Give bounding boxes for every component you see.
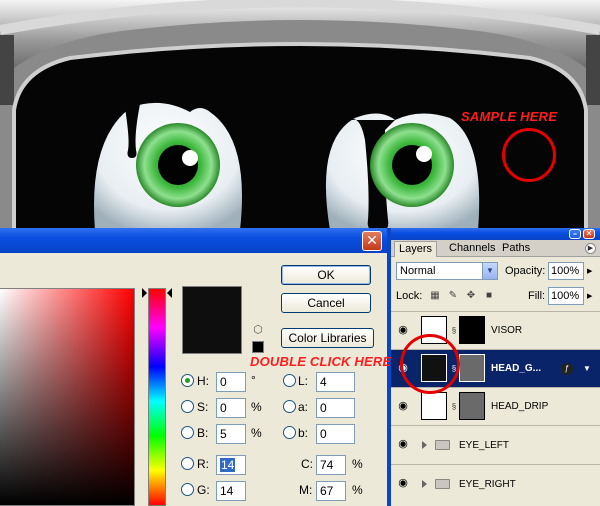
tab-paths[interactable]: Paths: [498, 241, 534, 257]
hue-unit: °: [251, 373, 256, 387]
lab-a-input[interactable]: 0: [316, 398, 355, 418]
saturation-input[interactable]: 0: [216, 398, 246, 418]
sample-target-ring: [502, 128, 556, 182]
lock-position-icon[interactable]: ✥: [465, 290, 477, 302]
folder-icon: [435, 479, 450, 489]
link-icon: §: [451, 402, 457, 411]
blend-mode-select[interactable]: Normal ▼: [396, 262, 498, 280]
lock-label: Lock:: [396, 290, 423, 302]
layer-name: HEAD_DRIP: [491, 401, 549, 412]
fill-label: Fill:: [528, 290, 546, 302]
link-icon: §: [451, 326, 457, 335]
layer-thumbnail: [421, 392, 447, 420]
sample-here-annotation: SAMPLE HERE: [461, 109, 558, 124]
lab-a-label: a:: [298, 400, 309, 414]
color-field[interactable]: [0, 288, 135, 506]
expand-group-icon[interactable]: [422, 441, 427, 449]
green-radio[interactable]: [181, 483, 194, 496]
eye-icon[interactable]: ◉: [396, 401, 410, 412]
expand-effects-icon[interactable]: ▼: [583, 363, 591, 375]
layer-mask-thumbnail: [459, 316, 485, 344]
opacity-input[interactable]: 100%: [548, 262, 584, 280]
minimize-icon[interactable]: –: [569, 229, 581, 239]
close-icon[interactable]: ✕: [362, 231, 382, 251]
red-label: R:: [197, 457, 209, 471]
current-color-swatch: [182, 286, 242, 354]
lab-l-input[interactable]: 4: [316, 372, 355, 392]
web-safe-color-swatch[interactable]: [252, 341, 264, 353]
layers-panel-tabs: Layers Channels Paths: [391, 240, 600, 257]
lock-all-icon[interactable]: ■: [483, 290, 495, 302]
saturation-radio[interactable]: [181, 400, 194, 413]
expand-group-icon[interactable]: [422, 480, 427, 488]
saturation-label: S:: [197, 400, 209, 414]
hue-label: H:: [197, 374, 209, 388]
hue-slider-right-arrow[interactable]: [167, 288, 172, 298]
layer-name: VISOR: [491, 325, 523, 336]
cancel-button[interactable]: Cancel: [281, 293, 371, 313]
magenta-unit: %: [352, 483, 363, 497]
magenta-label: M:: [299, 483, 313, 497]
opacity-label: Opacity:: [505, 265, 546, 277]
layer-mask-thumbnail: [459, 354, 485, 382]
close-icon[interactable]: ✕: [583, 229, 595, 239]
green-input[interactable]: 14: [216, 481, 246, 501]
eye-icon[interactable]: ◉: [396, 325, 410, 336]
opacity-dropdown-icon[interactable]: ▶: [587, 264, 592, 280]
red-input-selected-text: 14: [220, 458, 236, 472]
layer-effects-icon[interactable]: ƒ: [561, 363, 573, 375]
lock-transparency-icon[interactable]: ▦: [429, 290, 441, 302]
lab-b-label: b:: [298, 426, 309, 440]
hue-input[interactable]: 0: [216, 372, 246, 392]
layer-name: EYE_RIGHT: [459, 479, 516, 490]
brightness-input[interactable]: 5: [216, 424, 246, 444]
lab-b-input[interactable]: 0: [316, 424, 355, 444]
double-click-target-ring: [400, 334, 460, 394]
tab-layers[interactable]: Layers: [394, 241, 438, 257]
lab-l-radio[interactable]: [283, 374, 296, 387]
tab-channels[interactable]: Channels: [445, 241, 499, 257]
cyan-input[interactable]: 74: [316, 455, 346, 475]
lock-brush-icon[interactable]: ✎: [447, 290, 459, 302]
lab-a-radio[interactable]: [283, 400, 296, 413]
double-click-here-annotation: DOUBLE CLICK HERE: [250, 354, 392, 369]
cyan-label: C:: [301, 457, 313, 471]
web-safe-cube-icon[interactable]: ⬡: [252, 324, 264, 336]
color-picker-titlebar: ✕: [0, 228, 390, 253]
fill-dropdown-icon[interactable]: ▶: [587, 289, 592, 305]
brightness-radio[interactable]: [181, 426, 194, 439]
brightness-label: B:: [197, 426, 209, 440]
panel-menu-icon[interactable]: ▶: [585, 243, 596, 254]
hue-slider[interactable]: [148, 288, 166, 506]
ok-button[interactable]: OK: [281, 265, 371, 285]
cyan-unit: %: [352, 457, 363, 471]
hue-radio[interactable]: [181, 374, 194, 387]
red-radio[interactable]: [181, 457, 194, 470]
red-input[interactable]: 14: [216, 455, 246, 475]
lab-l-label: L:: [298, 374, 309, 388]
brightness-unit: %: [251, 426, 262, 440]
fill-input[interactable]: 100%: [548, 287, 584, 305]
magenta-input[interactable]: 67: [316, 481, 346, 501]
layer-group-eye-right[interactable]: ◉ EYE_RIGHT: [391, 464, 600, 506]
green-label: G:: [197, 483, 210, 497]
blend-mode-value: Normal: [400, 265, 436, 277]
layers-panel-titlebar: ✕ –: [391, 228, 600, 240]
eye-icon[interactable]: ◉: [396, 439, 410, 450]
folder-icon: [435, 440, 450, 450]
eye-icon[interactable]: ◉: [396, 478, 410, 489]
hue-slider-left-arrow[interactable]: [142, 288, 147, 298]
layer-mask-thumbnail: [459, 392, 485, 420]
layer-name: EYE_LEFT: [459, 440, 510, 451]
saturation-unit: %: [251, 400, 262, 414]
color-libraries-button[interactable]: Color Libraries: [281, 328, 374, 348]
chevron-down-icon: ▼: [482, 263, 497, 279]
layer-name: HEAD_G...: [491, 363, 542, 374]
lab-b-radio[interactable]: [283, 426, 296, 439]
layer-group-eye-left[interactable]: ◉ EYE_LEFT: [391, 425, 600, 464]
